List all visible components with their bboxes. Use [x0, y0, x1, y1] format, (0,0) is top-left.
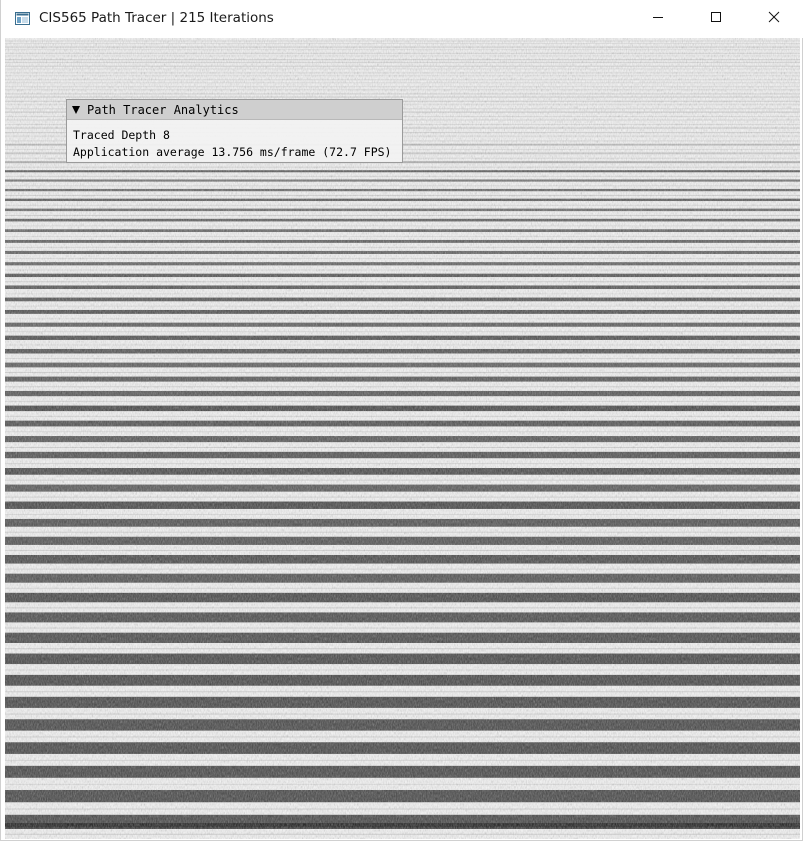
minimize-icon: [652, 10, 664, 28]
window-title: CIS565 Path Tracer | 215 Iterations: [39, 10, 274, 26]
app-window-icon: [15, 12, 30, 25]
fps-text: Application average 13.756 ms/frame (72.…: [73, 145, 392, 159]
close-icon: [768, 10, 780, 28]
traced-depth-text: Traced Depth 8: [73, 128, 170, 142]
minimize-button[interactable]: [635, 0, 681, 38]
analytics-panel[interactable]: Path Tracer Analytics Traced Depth 8 App…: [66, 99, 403, 163]
analytics-panel-header[interactable]: Path Tracer Analytics: [67, 100, 402, 120]
analytics-panel-title: Path Tracer Analytics: [87, 102, 239, 117]
close-button[interactable]: [751, 0, 797, 38]
title-bar[interactable]: CIS565 Path Tracer | 215 Iterations: [1, 0, 803, 38]
maximize-button[interactable]: [693, 0, 739, 38]
render-viewport[interactable]: Path Tracer Analytics Traced Depth 8 App…: [5, 38, 800, 839]
triangle-down-icon[interactable]: [72, 106, 80, 114]
analytics-panel-body: Traced Depth 8 Application average 13.75…: [67, 120, 402, 161]
path-tracer-window: CIS565 Path Tracer | 215 Iterations Path…: [0, 0, 803, 841]
maximize-icon: [710, 10, 722, 28]
